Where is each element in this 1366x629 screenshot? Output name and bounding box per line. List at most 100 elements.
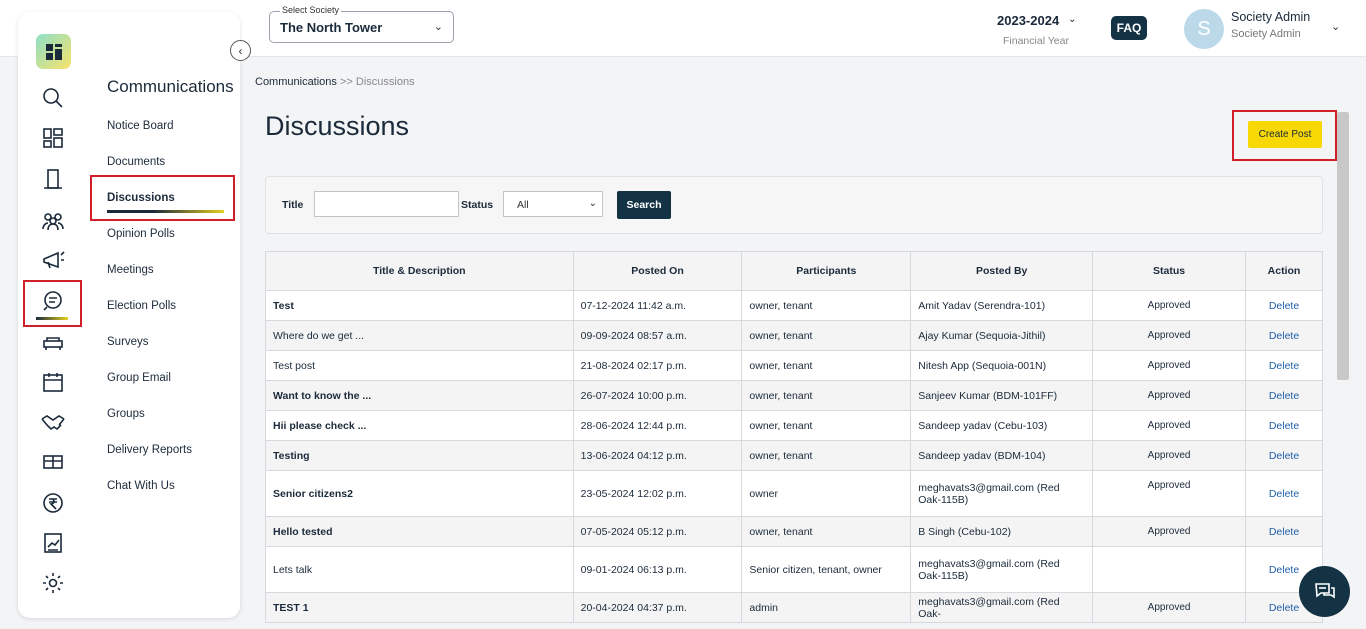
status-cell: Approved (1092, 470, 1246, 517)
title-cell[interactable]: Test post (265, 350, 574, 381)
chart-icon[interactable] (37, 527, 69, 559)
delete-link[interactable]: Delete (1245, 380, 1323, 411)
chevron-down-icon: ⌄ (588, 198, 597, 209)
title-cell[interactable]: Test (265, 290, 574, 321)
delete-link[interactable]: Delete (1245, 290, 1323, 321)
sidebar: Communications Notice Board Documents Di… (18, 12, 240, 618)
submenu-election-polls[interactable]: Election Polls (107, 300, 176, 312)
posted-by-cell: Sandeep yadav (Cebu-103) (910, 410, 1094, 441)
column-header-title: Title & Description (265, 251, 574, 291)
title-cell[interactable]: Hello tested (265, 516, 574, 547)
grid-icon[interactable] (37, 446, 69, 478)
financial-year-value[interactable]: 2023-2024 (997, 13, 1059, 28)
faq-button[interactable]: FAQ (1111, 16, 1147, 40)
submenu-documents[interactable]: Documents (107, 156, 165, 168)
search-button[interactable]: Search (617, 191, 671, 219)
submenu-discussions[interactable]: Discussions (107, 192, 175, 204)
submenu-chat-with-us[interactable]: Chat With Us (107, 480, 175, 492)
posted-by-cell: Nitesh App (Sequoia-001N) (910, 350, 1094, 381)
delete-link[interactable]: Delete (1245, 350, 1323, 381)
people-icon[interactable] (37, 204, 69, 236)
status-filter-select[interactable]: All ⌄ (503, 191, 603, 217)
calendar-icon[interactable] (37, 366, 69, 398)
title-cell[interactable]: Senior citizens2 (265, 470, 574, 517)
chat-bubble-icon (1314, 582, 1335, 598)
status-cell: Approved (1092, 592, 1246, 623)
society-select-value: The North Tower (280, 20, 383, 35)
submenu-active-bar (107, 210, 224, 213)
handshake-icon[interactable] (37, 406, 69, 438)
delete-link[interactable]: Delete (1245, 516, 1323, 547)
submenu-meetings[interactable]: Meetings (107, 264, 154, 276)
participants-cell: owner, tenant (741, 320, 912, 351)
rail-active-bar (36, 317, 68, 320)
rupee-icon[interactable] (37, 487, 69, 519)
status-cell (1092, 546, 1246, 593)
posted-by-cell: Sanjeev Kumar (BDM-101FF) (910, 380, 1094, 411)
column-header-posted-on: Posted On (572, 251, 743, 291)
search-icon[interactable] (37, 82, 69, 114)
delete-link[interactable]: Delete (1245, 410, 1323, 441)
delete-link[interactable]: Delete (1245, 440, 1323, 471)
app-logo[interactable] (36, 34, 71, 69)
create-post-button[interactable]: Create Post (1248, 121, 1322, 148)
table-row: Lets talk 09-01-2024 06:13 p.m. Senior cit… (265, 546, 1323, 593)
chevron-down-icon: ⌄ (433, 21, 443, 33)
posted-on-cell: 26-07-2024 10:00 p.m. (572, 380, 743, 411)
submenu-notice-board[interactable]: Notice Board (107, 120, 173, 132)
breadcrumb: Communications >> Discussions (255, 76, 415, 88)
status-cell: Approved (1092, 350, 1246, 381)
status-cell: Approved (1092, 410, 1246, 441)
posted-on-cell: 28-06-2024 12:44 p.m. (572, 410, 743, 441)
submenu-opinion-polls[interactable]: Opinion Polls (107, 228, 175, 240)
page-title: Discussions (265, 111, 410, 141)
status-filter-value: All (517, 199, 529, 211)
title-cell[interactable]: Testing (265, 440, 574, 471)
participants-cell: owner (741, 470, 912, 517)
posted-on-cell: 23-05-2024 12:02 p.m. (572, 470, 743, 517)
sofa-icon[interactable] (37, 326, 69, 358)
chat-icon[interactable] (37, 285, 69, 317)
delete-link[interactable]: Delete (1245, 320, 1323, 351)
collapse-sidebar-button[interactable]: ‹ (230, 40, 251, 61)
submenu-delivery-reports[interactable]: Delivery Reports (107, 444, 192, 456)
title-cell[interactable]: TEST 1 (265, 592, 574, 623)
dashboard-icon[interactable] (37, 122, 69, 154)
table-row: Where do we get ... 09-09-2024 08:57 a.m.… (265, 320, 1323, 351)
posted-on-cell: 07-05-2024 05:12 p.m. (572, 516, 743, 547)
title-filter-input[interactable] (314, 191, 459, 217)
breadcrumb-root[interactable]: Communications (255, 76, 337, 88)
chat-support-button[interactable] (1299, 566, 1350, 617)
title-cell[interactable]: Hii please check ... (265, 410, 574, 441)
building-icon[interactable] (37, 163, 69, 195)
society-select[interactable]: Select Society The North Tower ⌄ (269, 5, 454, 43)
scrollbar[interactable] (1337, 112, 1349, 380)
avatar[interactable]: S (1184, 9, 1224, 49)
logo-icon (45, 43, 62, 60)
title-cell[interactable]: Want to know the ... (265, 380, 574, 411)
breadcrumb-separator: >> (339, 76, 353, 88)
posted-by-cell: Sandeep yadav (BDM-104) (910, 440, 1094, 471)
participants-cell: owner, tenant (741, 380, 912, 411)
status-cell: Approved (1092, 516, 1246, 547)
title-cell[interactable]: Lets talk (265, 546, 574, 593)
posted-on-cell: 21-08-2024 02:17 p.m. (572, 350, 743, 381)
table-row: Test post 21-08-2024 02:17 p.m. owner, ten… (265, 350, 1323, 381)
participants-cell: Senior citizen, tenant, owner (741, 546, 912, 593)
chevron-left-icon: ‹ (238, 43, 243, 58)
submenu-group-email[interactable]: Group Email (107, 372, 171, 384)
delete-link[interactable]: Delete (1245, 470, 1323, 517)
participants-cell: owner, tenant (741, 410, 912, 441)
posted-on-cell: 13-06-2024 04:12 p.m. (572, 440, 743, 471)
gear-icon[interactable] (37, 567, 69, 599)
breadcrumb-current: Discussions (355, 76, 415, 88)
submenu-groups[interactable]: Groups (107, 408, 145, 420)
megaphone-icon[interactable] (37, 244, 69, 276)
submenu-surveys[interactable]: Surveys (107, 336, 149, 348)
chevron-down-icon[interactable]: ⌄ (1331, 20, 1340, 33)
title-cell[interactable]: Where do we get ... (265, 320, 574, 351)
user-name: Society Admin (1231, 10, 1311, 24)
posted-on-cell: 20-04-2024 04:37 p.m. (572, 592, 743, 623)
title-filter-label: Title (282, 199, 304, 211)
chevron-down-icon[interactable]: ⌄ (1068, 14, 1076, 25)
